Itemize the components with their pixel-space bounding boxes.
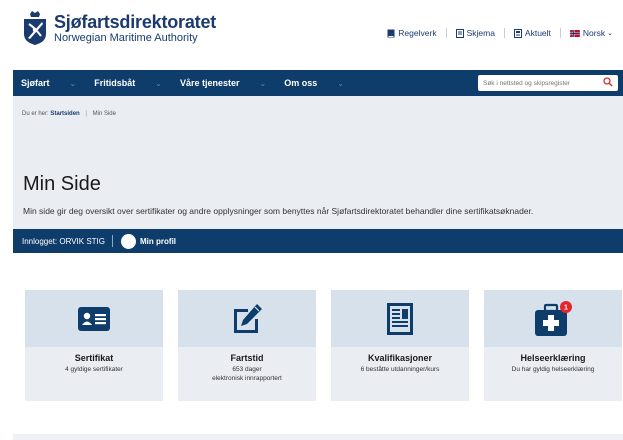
card-subtitle-line: Du har gyldig helseerklæring [511, 366, 595, 373]
link-label: Skjema [466, 28, 495, 38]
profile-avatar-icon[interactable] [121, 233, 137, 249]
divider [503, 28, 505, 38]
chevron-down-icon: ⌄ [259, 78, 267, 88]
link-skjema[interactable]: Skjema [455, 28, 495, 38]
id-card-icon [78, 306, 110, 331]
logged-in-user: Innlogget: ORVIK STIG [22, 236, 106, 246]
main-navigation: Sjøfart ⌄ Fritidsbåt ⌄ Våre tjenester ⌄ … [13, 70, 623, 96]
nav-item-sjofart[interactable]: Sjøfart ⌄ [21, 70, 94, 96]
chevron-down-icon: ⌄ [607, 30, 613, 37]
language-label: Norsk [582, 28, 606, 38]
card-subtitle: 6 beståtte utdanninger/kurs [331, 366, 469, 375]
site-logo[interactable]: Sjøfartsdirektoratet Norwegian Maritime … [22, 10, 216, 46]
nav-item-fritidsbat[interactable]: Fritidsbåt ⌄ [94, 70, 180, 96]
logo-title: Sjøfartsdirektoratet [54, 11, 217, 32]
card-subtitle: 653 dager elektronisk innrapportert [178, 366, 316, 383]
edit-icon [234, 303, 262, 333]
news-icon [513, 28, 522, 38]
site-header: Sjøfartsdirektoratet Norwegian Maritime … [0, 0, 623, 70]
divider [445, 28, 447, 38]
card-subtitle: 4 gyldige sertifikater [25, 366, 163, 375]
chevron-down-icon: ⌄ [155, 78, 162, 88]
card-fartstid[interactable]: Fartstid 653 dager elektronisk innrappor… [178, 290, 316, 401]
link-aktuelt[interactable]: Aktuelt [513, 28, 551, 38]
medical-kit-icon: 1 [535, 300, 572, 336]
page-header-band: Du er her: Startsiden | Min Side Min Sid… [13, 96, 623, 229]
page-description: Min side gir deg oversikt over sertifika… [23, 206, 534, 216]
card-helseerklaering[interactable]: 1 Helseerklæring Du har gyldig helseerkl… [484, 290, 622, 401]
card-icon-area: 1 [484, 290, 622, 347]
card-subtitle-line: elektronisk innrapportert [212, 374, 282, 382]
link-regelverk[interactable]: Regelverk [387, 28, 437, 38]
card-title: Fartstid [230, 353, 264, 363]
document-icon [387, 302, 413, 335]
card-icon-area [331, 290, 469, 347]
nav-item-om-oss[interactable]: Om oss ⌄ [284, 70, 362, 96]
notification-badge: 1 [564, 304, 568, 311]
card-subtitle-line: 653 dager [232, 366, 262, 373]
breadcrumb-prefix: Du er her: [22, 111, 49, 117]
coat-of-arms-icon [24, 11, 46, 45]
nav-label: Våre tjenester [179, 78, 240, 88]
card-title: Helseerklæring [520, 353, 586, 363]
card-icon-area [25, 290, 163, 347]
card-kvalifikasjoner[interactable]: Kvalifikasjoner 6 beståtte utdanninger/k… [331, 290, 469, 401]
form-icon [455, 28, 464, 38]
search-input[interactable] [478, 76, 598, 90]
card-title: Sertifikat [74, 353, 114, 363]
card-sertifikat[interactable]: Sertifikat 4 gyldige sertifikater [25, 290, 163, 401]
my-profile-link[interactable]: Min profil [140, 237, 176, 246]
logo-subtitle: Norwegian Maritime Authority [54, 31, 198, 44]
breadcrumb-divider: | [85, 111, 87, 117]
top-links: Regelverk Skjema Aktuelt Norsk ⌄ [378, 28, 613, 38]
nav-label: Sjøfart [21, 78, 50, 88]
card-subtitle-line: 4 gyldige sertifikater [65, 366, 123, 373]
divider [559, 28, 561, 38]
breadcrumb-home-link[interactable]: Startsiden [50, 111, 79, 117]
chevron-down-icon: ⌄ [337, 78, 344, 88]
norway-flag-icon [570, 29, 580, 37]
book-icon [387, 29, 395, 37]
search-box [478, 75, 618, 91]
footer-band [13, 434, 623, 440]
card-title: Kvalifikasjoner [367, 353, 433, 363]
card-subtitle: Du har gyldig helseerklæring [484, 366, 622, 375]
card-icon-area [178, 290, 316, 347]
breadcrumb: Du er her: Startsiden | Min Side [22, 111, 116, 117]
link-label: Aktuelt [524, 28, 551, 38]
page-title: Min Side [23, 173, 101, 195]
breadcrumb-current: Min Side [92, 111, 116, 117]
link-label: Regelverk [398, 28, 437, 38]
divider [112, 235, 114, 247]
chevron-down-icon: ⌄ [69, 78, 77, 88]
nav-item-vare-tjenester[interactable]: Våre tjenester ⌄ [180, 70, 284, 96]
card-subtitle-line: 6 beståtte utdanninger/kurs [360, 366, 440, 373]
nav-label: Fritidsbåt [94, 78, 136, 88]
search-icon[interactable] [603, 77, 613, 87]
language-selector[interactable]: Norsk ⌄ [570, 28, 613, 38]
nav-label: Om oss [284, 78, 318, 88]
login-status-bar: Innlogget: ORVIK STIG Min profil [13, 229, 623, 253]
